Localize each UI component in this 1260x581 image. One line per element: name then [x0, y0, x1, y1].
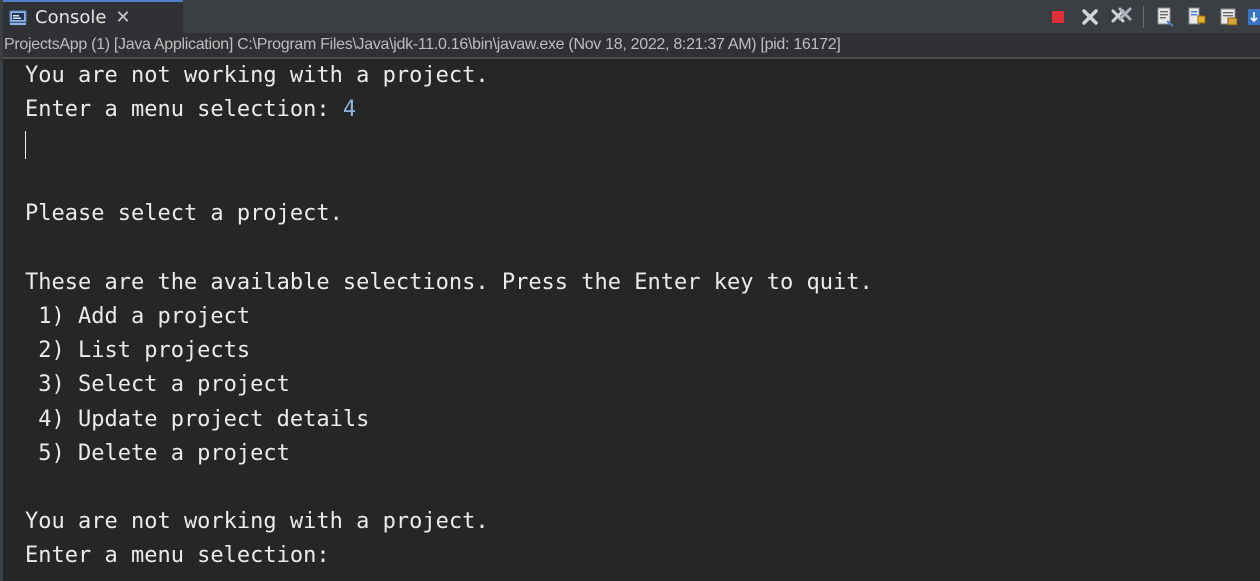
console-view: Console ✕ ProjectsApp (1) [Java Applicat…: [0, 0, 1260, 581]
word-wrap-icon[interactable]: [1216, 4, 1242, 30]
launch-info-text: ProjectsApp (1) [Java Application] C:\Pr…: [4, 36, 841, 53]
pin-console-icon[interactable]: [1248, 4, 1260, 30]
scroll-lock-icon[interactable]: [1184, 4, 1210, 30]
launch-info-bar: ProjectsApp (1) [Java Application] C:\Pr…: [3, 33, 1260, 59]
clear-console-icon[interactable]: [1152, 4, 1178, 30]
menu-option: 5) Delete a project: [25, 441, 290, 466]
menu-option: 1) Add a project: [25, 304, 251, 329]
console-line: You are not working with a project.: [25, 63, 489, 88]
console-line: Enter a menu selection: 4: [25, 93, 356, 127]
console-line: Please select a project.: [25, 201, 343, 226]
console-icon: [9, 10, 27, 26]
console-line: These are the available selections. Pres…: [25, 270, 873, 295]
prompt-text: Enter a menu selection:: [25, 97, 343, 122]
console-toolbar: [1039, 3, 1260, 31]
text-caret: [25, 131, 26, 159]
console-tab-bar: Console ✕: [3, 0, 1260, 34]
close-icon[interactable]: ✕: [115, 7, 130, 28]
tab-console-label: Console: [35, 7, 107, 28]
menu-option: 2) List projects: [25, 338, 251, 363]
remove-launch-icon[interactable]: [1077, 4, 1103, 30]
toolbar-separator: [1143, 6, 1144, 28]
remove-all-terminated-icon[interactable]: [1109, 4, 1135, 30]
console-output[interactable]: You are not working with a project. Ente…: [3, 59, 1260, 581]
user-input-value: 4: [342, 97, 357, 122]
menu-option: 4) Update project details: [25, 407, 370, 432]
console-line: Enter a menu selection:: [25, 543, 330, 568]
menu-option: 3) Select a project: [25, 372, 290, 397]
tab-console[interactable]: Console ✕: [3, 0, 183, 33]
terminate-icon[interactable]: [1045, 4, 1071, 30]
console-line: You are not working with a project.: [25, 509, 489, 534]
